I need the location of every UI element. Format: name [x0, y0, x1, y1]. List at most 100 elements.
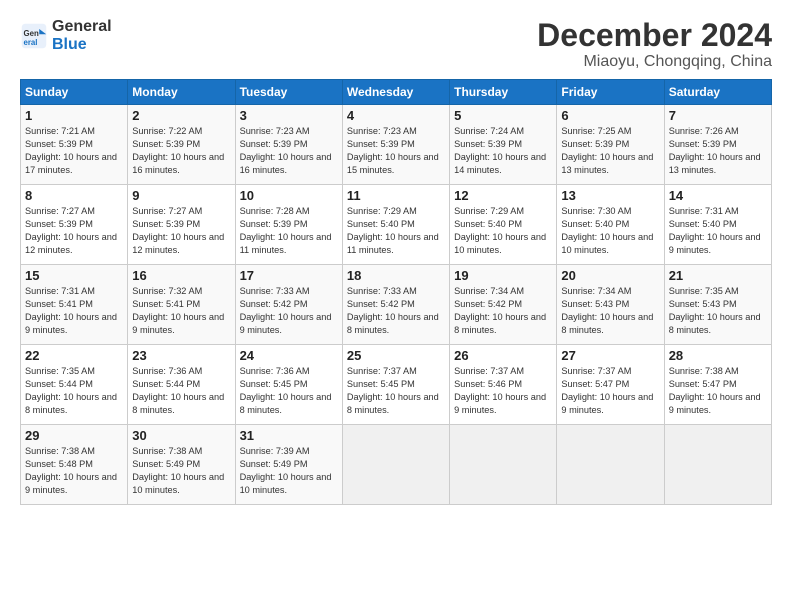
day-info: Sunrise: 7:37 AMSunset: 5:45 PMDaylight:… — [347, 366, 439, 415]
day-cell: 7 Sunrise: 7:26 AMSunset: 5:39 PMDayligh… — [664, 105, 771, 185]
day-info: Sunrise: 7:37 AMSunset: 5:46 PMDaylight:… — [454, 366, 546, 415]
day-number: 4 — [347, 108, 445, 123]
day-cell: 11 Sunrise: 7:29 AMSunset: 5:40 PMDaylig… — [342, 185, 449, 265]
day-number: 13 — [561, 188, 659, 203]
day-number: 10 — [240, 188, 338, 203]
day-number: 26 — [454, 348, 552, 363]
calendar-table: SundayMondayTuesdayWednesdayThursdayFrid… — [20, 79, 772, 505]
day-info: Sunrise: 7:35 AMSunset: 5:43 PMDaylight:… — [669, 286, 761, 335]
day-cell: 6 Sunrise: 7:25 AMSunset: 5:39 PMDayligh… — [557, 105, 664, 185]
day-number: 3 — [240, 108, 338, 123]
day-number: 11 — [347, 188, 445, 203]
day-info: Sunrise: 7:34 AMSunset: 5:42 PMDaylight:… — [454, 286, 546, 335]
logo: Gen eral General Blue — [20, 18, 112, 53]
week-row-4: 29 Sunrise: 7:38 AMSunset: 5:48 PMDaylig… — [21, 425, 772, 505]
day-cell — [450, 425, 557, 505]
day-number: 16 — [132, 268, 230, 283]
day-info: Sunrise: 7:27 AMSunset: 5:39 PMDaylight:… — [25, 206, 117, 255]
svg-text:Gen: Gen — [24, 29, 39, 38]
logo-text: General Blue — [52, 18, 112, 53]
col-header-sunday: Sunday — [21, 80, 128, 105]
day-number: 25 — [347, 348, 445, 363]
day-number: 17 — [240, 268, 338, 283]
day-info: Sunrise: 7:33 AMSunset: 5:42 PMDaylight:… — [347, 286, 439, 335]
day-number: 6 — [561, 108, 659, 123]
day-info: Sunrise: 7:35 AMSunset: 5:44 PMDaylight:… — [25, 366, 117, 415]
day-info: Sunrise: 7:29 AMSunset: 5:40 PMDaylight:… — [454, 206, 546, 255]
day-info: Sunrise: 7:38 AMSunset: 5:49 PMDaylight:… — [132, 446, 224, 495]
day-info: Sunrise: 7:23 AMSunset: 5:39 PMDaylight:… — [347, 126, 439, 175]
day-cell — [342, 425, 449, 505]
day-cell: 2 Sunrise: 7:22 AMSunset: 5:39 PMDayligh… — [128, 105, 235, 185]
day-cell: 4 Sunrise: 7:23 AMSunset: 5:39 PMDayligh… — [342, 105, 449, 185]
day-number: 1 — [25, 108, 123, 123]
day-info: Sunrise: 7:38 AMSunset: 5:48 PMDaylight:… — [25, 446, 117, 495]
day-cell: 23 Sunrise: 7:36 AMSunset: 5:44 PMDaylig… — [128, 345, 235, 425]
day-info: Sunrise: 7:28 AMSunset: 5:39 PMDaylight:… — [240, 206, 332, 255]
day-cell: 24 Sunrise: 7:36 AMSunset: 5:45 PMDaylig… — [235, 345, 342, 425]
day-cell: 1 Sunrise: 7:21 AMSunset: 5:39 PMDayligh… — [21, 105, 128, 185]
day-cell: 14 Sunrise: 7:31 AMSunset: 5:40 PMDaylig… — [664, 185, 771, 265]
day-cell: 19 Sunrise: 7:34 AMSunset: 5:42 PMDaylig… — [450, 265, 557, 345]
day-number: 5 — [454, 108, 552, 123]
day-cell: 28 Sunrise: 7:38 AMSunset: 5:47 PMDaylig… — [664, 345, 771, 425]
day-number: 30 — [132, 428, 230, 443]
day-info: Sunrise: 7:31 AMSunset: 5:40 PMDaylight:… — [669, 206, 761, 255]
day-info: Sunrise: 7:38 AMSunset: 5:47 PMDaylight:… — [669, 366, 761, 415]
day-number: 20 — [561, 268, 659, 283]
day-info: Sunrise: 7:26 AMSunset: 5:39 PMDaylight:… — [669, 126, 761, 175]
day-cell: 25 Sunrise: 7:37 AMSunset: 5:45 PMDaylig… — [342, 345, 449, 425]
day-cell: 17 Sunrise: 7:33 AMSunset: 5:42 PMDaylig… — [235, 265, 342, 345]
day-number: 21 — [669, 268, 767, 283]
day-info: Sunrise: 7:36 AMSunset: 5:44 PMDaylight:… — [132, 366, 224, 415]
day-number: 2 — [132, 108, 230, 123]
day-cell: 5 Sunrise: 7:24 AMSunset: 5:39 PMDayligh… — [450, 105, 557, 185]
day-cell: 20 Sunrise: 7:34 AMSunset: 5:43 PMDaylig… — [557, 265, 664, 345]
page-container: Gen eral General Blue December 2024 Miao… — [0, 0, 792, 515]
day-info: Sunrise: 7:24 AMSunset: 5:39 PMDaylight:… — [454, 126, 546, 175]
day-cell: 12 Sunrise: 7:29 AMSunset: 5:40 PMDaylig… — [450, 185, 557, 265]
day-cell: 15 Sunrise: 7:31 AMSunset: 5:41 PMDaylig… — [21, 265, 128, 345]
day-info: Sunrise: 7:21 AMSunset: 5:39 PMDaylight:… — [25, 126, 117, 175]
day-number: 8 — [25, 188, 123, 203]
week-row-2: 15 Sunrise: 7:31 AMSunset: 5:41 PMDaylig… — [21, 265, 772, 345]
day-cell: 27 Sunrise: 7:37 AMSunset: 5:47 PMDaylig… — [557, 345, 664, 425]
day-info: Sunrise: 7:36 AMSunset: 5:45 PMDaylight:… — [240, 366, 332, 415]
header-row: Gen eral General Blue December 2024 Miao… — [20, 18, 772, 71]
day-cell: 18 Sunrise: 7:33 AMSunset: 5:42 PMDaylig… — [342, 265, 449, 345]
day-number: 31 — [240, 428, 338, 443]
svg-text:eral: eral — [24, 37, 38, 46]
col-header-tuesday: Tuesday — [235, 80, 342, 105]
day-info: Sunrise: 7:31 AMSunset: 5:41 PMDaylight:… — [25, 286, 117, 335]
day-cell: 26 Sunrise: 7:37 AMSunset: 5:46 PMDaylig… — [450, 345, 557, 425]
day-cell — [664, 425, 771, 505]
col-header-monday: Monday — [128, 80, 235, 105]
day-number: 12 — [454, 188, 552, 203]
day-number: 18 — [347, 268, 445, 283]
day-cell: 30 Sunrise: 7:38 AMSunset: 5:49 PMDaylig… — [128, 425, 235, 505]
day-info: Sunrise: 7:29 AMSunset: 5:40 PMDaylight:… — [347, 206, 439, 255]
day-cell: 21 Sunrise: 7:35 AMSunset: 5:43 PMDaylig… — [664, 265, 771, 345]
day-number: 24 — [240, 348, 338, 363]
day-number: 7 — [669, 108, 767, 123]
day-number: 14 — [669, 188, 767, 203]
week-row-0: 1 Sunrise: 7:21 AMSunset: 5:39 PMDayligh… — [21, 105, 772, 185]
day-number: 15 — [25, 268, 123, 283]
day-info: Sunrise: 7:34 AMSunset: 5:43 PMDaylight:… — [561, 286, 653, 335]
day-info: Sunrise: 7:23 AMSunset: 5:39 PMDaylight:… — [240, 126, 332, 175]
col-header-friday: Friday — [557, 80, 664, 105]
day-info: Sunrise: 7:33 AMSunset: 5:42 PMDaylight:… — [240, 286, 332, 335]
day-number: 22 — [25, 348, 123, 363]
col-header-thursday: Thursday — [450, 80, 557, 105]
day-number: 23 — [132, 348, 230, 363]
day-cell: 31 Sunrise: 7:39 AMSunset: 5:49 PMDaylig… — [235, 425, 342, 505]
month-title: December 2024 — [537, 18, 772, 53]
day-cell: 9 Sunrise: 7:27 AMSunset: 5:39 PMDayligh… — [128, 185, 235, 265]
day-number: 28 — [669, 348, 767, 363]
location-title: Miaoyu, Chongqing, China — [537, 53, 772, 71]
day-info: Sunrise: 7:30 AMSunset: 5:40 PMDaylight:… — [561, 206, 653, 255]
day-info: Sunrise: 7:27 AMSunset: 5:39 PMDaylight:… — [132, 206, 224, 255]
day-number: 27 — [561, 348, 659, 363]
day-cell: 22 Sunrise: 7:35 AMSunset: 5:44 PMDaylig… — [21, 345, 128, 425]
col-header-saturday: Saturday — [664, 80, 771, 105]
